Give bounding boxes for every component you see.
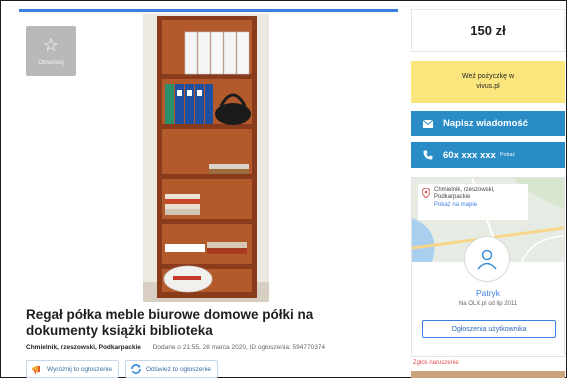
- promo-actions: Wyróżnij to ogłoszenie Odśwież to ogłosz…: [26, 360, 219, 378]
- avatar[interactable]: [464, 236, 510, 282]
- refresh-label: Odśwież to ogłoszenie: [145, 365, 212, 373]
- star-icon: ☆: [42, 35, 60, 55]
- related-thumbnail-strip: [411, 371, 565, 378]
- user-name[interactable]: Patryk: [412, 288, 564, 298]
- user-card: Chmielnik, rzeszowski, Podkarpackie Poka…: [411, 177, 565, 357]
- user-member-since: Na OLX.pl od lip 2011: [458, 301, 518, 307]
- promote-button[interactable]: Wyróżnij to ogłoszenie: [26, 360, 119, 378]
- price-label: 150 zł: [411, 9, 565, 52]
- observe-label: Obserwuj: [38, 60, 64, 66]
- listing-sidebar: 150 zł Weź pożyczkę w vivus.pl Napisz wi…: [405, 9, 565, 378]
- user-ads-button[interactable]: Ogłoszenia użytkownika: [422, 320, 556, 338]
- listing-meta: Chmielnik, rzeszowski, Podkarpackie Doda…: [26, 344, 396, 351]
- observe-button[interactable]: ☆ Obserwuj: [26, 26, 76, 76]
- photo-gallery[interactable]: ☆ Obserwuj: [19, 12, 398, 302]
- user-icon: [477, 249, 497, 270]
- map-location-text: Chmielnik, rzeszowski, Podkarpackie: [434, 187, 495, 200]
- loan-ad-button[interactable]: Weź pożyczkę w vivus.pl: [411, 61, 565, 103]
- send-message-label: Napisz wiadomość: [443, 118, 528, 129]
- listing-location[interactable]: Chmielnik, rzeszowski, Podkarpackie: [26, 344, 141, 351]
- show-on-map-link[interactable]: Pokaż na mapie: [434, 202, 524, 209]
- send-message-button[interactable]: Napisz wiadomość: [411, 111, 565, 136]
- phone-show-label: Pokaż: [499, 152, 516, 158]
- promote-label: Wyróżnij to ogłoszenie: [47, 365, 112, 373]
- listing-page: ☆ Obserwuj Regał półka meble biurowe dom…: [0, 0, 567, 378]
- megaphone-icon: [32, 365, 40, 374]
- phone-number: 60x xxx xxx: [443, 149, 496, 161]
- show-phone-button[interactable]: 60x xxx xxx Pokaż: [411, 142, 565, 168]
- listing-photo[interactable]: [143, 14, 269, 302]
- listing-main: ☆ Obserwuj Regał półka meble biurowe dom…: [19, 9, 398, 378]
- listing-added-info: Dodane o 21:55, 28 marca 2020, ID ogłosz…: [152, 344, 326, 351]
- map-pin-icon: [421, 187, 431, 201]
- map-location-card: Chmielnik, rzeszowski, Podkarpackie Poka…: [418, 184, 528, 220]
- report-link[interactable]: Zgłoś naruszenie: [413, 360, 459, 366]
- listing-title: Regał półka meble biurowe domowe półki n…: [26, 307, 314, 338]
- phone-icon: [423, 150, 433, 160]
- refresh-icon: [131, 364, 141, 374]
- envelope-icon: [423, 119, 433, 128]
- loan-ad-text: Weź pożyczkę w vivus.pl: [462, 73, 514, 90]
- refresh-button[interactable]: Odśwież to ogłoszenie: [124, 360, 219, 378]
